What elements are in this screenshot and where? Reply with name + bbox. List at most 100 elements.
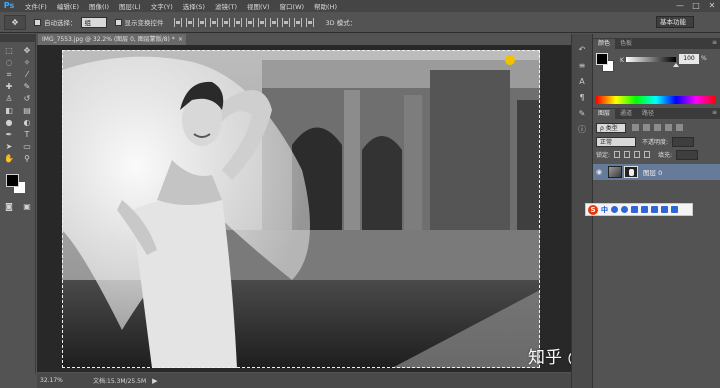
ime-punctuation-icon[interactable] (621, 206, 628, 213)
brush-panel-icon[interactable]: ✎ (575, 108, 589, 120)
blend-mode-dropdown[interactable]: 正常 (596, 136, 636, 147)
menu-view[interactable]: 视图(V) (242, 1, 275, 11)
toolbox-header[interactable] (0, 34, 35, 42)
distribute-right-icon[interactable] (305, 17, 314, 27)
sogou-logo-icon[interactable]: S (588, 204, 598, 215)
distribute-bottom-icon[interactable] (269, 17, 278, 27)
fill-field[interactable] (676, 149, 699, 160)
layer-row-0[interactable]: ◉ 图层 0 (593, 164, 720, 180)
info-panel-icon[interactable]: ⓘ (575, 124, 589, 136)
ime-user-icon[interactable] (651, 206, 658, 213)
filter-type-icon[interactable] (654, 124, 661, 131)
menu-window[interactable]: 窗口(W) (275, 1, 310, 11)
type-icon[interactable]: T (20, 130, 34, 140)
color-panel-menu-icon[interactable]: ≡ (712, 39, 717, 46)
lock-image-icon[interactable] (624, 151, 631, 158)
filter-adjustment-icon[interactable] (643, 124, 650, 131)
history-brush-icon[interactable]: ↺ (20, 94, 34, 104)
brush-icon[interactable]: ✎ (20, 82, 34, 92)
quick-mask-icon[interactable]: ◙ (2, 202, 16, 212)
eraser-icon[interactable]: ◧ (2, 106, 16, 116)
clone-stamp-icon[interactable]: ♙ (2, 94, 16, 104)
menu-select[interactable]: 选择(S) (178, 1, 210, 11)
align-left-icon[interactable] (209, 17, 218, 27)
ime-skin-icon[interactable] (661, 206, 668, 213)
document-close-icon[interactable]: × (178, 34, 183, 45)
lock-transparent-icon[interactable] (614, 151, 621, 158)
document-tab[interactable]: IMG_7553.jpg @ 32.2% (图层 0, 图层蒙版/8) * × (38, 34, 186, 45)
crop-icon[interactable]: ⌗ (2, 70, 16, 80)
visibility-eye-icon[interactable]: ◉ (593, 168, 605, 176)
pen-icon[interactable]: ✒ (2, 130, 16, 140)
align-top-icon[interactable] (173, 17, 182, 27)
filter-smart-object-icon[interactable] (676, 124, 683, 131)
blur-icon[interactable]: ● (2, 118, 16, 128)
menu-help[interactable]: 帮助(H) (309, 1, 342, 11)
filter-shape-icon[interactable] (665, 124, 672, 131)
tab-paths[interactable]: 路径 (637, 109, 659, 119)
menu-edit[interactable]: 编辑(E) (52, 1, 84, 11)
screen-mode-icon[interactable]: ▣ (20, 202, 34, 212)
image-canvas[interactable] (62, 50, 540, 368)
workspace-dropdown[interactable]: 基本功能 (656, 16, 694, 28)
k-slider[interactable] (626, 57, 676, 62)
ime-keyboard-icon[interactable] (641, 206, 648, 213)
healing-brush-icon[interactable]: ✚ (2, 82, 16, 92)
magic-wand-icon[interactable]: ✧ (20, 58, 34, 68)
maximize-button[interactable]: □ (688, 0, 704, 12)
layer-filter-dropdown[interactable]: ρ 类型 (596, 122, 626, 133)
align-bottom-icon[interactable] (197, 17, 206, 27)
status-menu-arrow-icon[interactable]: ▶ (152, 377, 157, 385)
auto-select-dropdown[interactable]: 组 (80, 16, 107, 28)
align-hcenter-icon[interactable] (221, 17, 230, 27)
lock-position-icon[interactable] (634, 151, 641, 158)
path-select-icon[interactable]: ➤ (2, 142, 16, 152)
minimize-button[interactable]: — (672, 0, 688, 12)
ime-mode-label[interactable]: 中 (601, 205, 608, 215)
ime-tools-icon[interactable] (671, 206, 678, 213)
color-spectrum[interactable] (596, 96, 716, 104)
tab-color[interactable]: 颜色 (593, 39, 616, 49)
tab-layers[interactable]: 图层 (593, 109, 616, 119)
opacity-field[interactable] (672, 136, 695, 147)
color-panel-foreground[interactable] (596, 53, 608, 65)
filter-pixel-icon[interactable] (632, 124, 639, 131)
k-value-field[interactable]: 100 (679, 54, 699, 64)
layer-name[interactable]: 图层 0 (643, 167, 662, 177)
tab-swatches[interactable]: 色板 (615, 39, 637, 49)
align-right-icon[interactable] (233, 17, 242, 27)
paragraph-panel-icon[interactable]: ¶ (575, 92, 589, 104)
move-tool-icon[interactable]: ✥ (4, 14, 26, 30)
tab-channels[interactable]: 通道 (615, 109, 637, 119)
gradient-icon[interactable]: ▤ (20, 106, 34, 116)
lasso-icon[interactable]: ◌ (2, 58, 16, 68)
layers-panel-menu-icon[interactable]: ≡ (712, 109, 717, 116)
auto-select-checkbox[interactable] (34, 18, 41, 26)
move-icon[interactable]: ✥ (20, 46, 34, 56)
hand-icon[interactable]: ✋ (2, 154, 16, 164)
distribute-hcenter-icon[interactable] (293, 17, 302, 27)
distribute-vcenter-icon[interactable] (257, 17, 266, 27)
history-panel-icon[interactable]: ↶ (575, 44, 589, 56)
menu-filter[interactable]: 滤镜(T) (210, 1, 242, 11)
menu-type[interactable]: 文字(Y) (146, 1, 178, 11)
distribute-top-icon[interactable] (245, 17, 254, 27)
dodge-icon[interactable]: ◐ (20, 118, 34, 128)
zoom-level[interactable]: 32.17% (37, 377, 63, 384)
layer-mask-thumbnail[interactable] (624, 166, 638, 178)
close-window-button[interactable]: ✕ (704, 0, 720, 12)
show-transform-checkbox[interactable] (114, 18, 122, 26)
distribute-left-icon[interactable] (281, 17, 290, 27)
menu-image[interactable]: 图像(I) (84, 1, 114, 11)
eyedropper-icon[interactable]: ⁄ (20, 70, 34, 80)
properties-panel-icon[interactable]: ≡ (575, 60, 589, 72)
lock-all-icon[interactable] (644, 151, 651, 158)
rect-marquee-icon[interactable]: ⬚ (2, 46, 16, 56)
align-vcenter-icon[interactable] (185, 17, 194, 27)
character-panel-icon[interactable]: A (575, 76, 589, 88)
rectangle-shape-icon[interactable]: ▭ (20, 142, 34, 152)
menu-layer[interactable]: 图层(L) (114, 1, 146, 11)
ime-moon-icon[interactable] (611, 206, 618, 213)
foreground-color-swatch[interactable] (6, 174, 19, 187)
zoom-icon[interactable]: ⚲ (20, 154, 34, 164)
